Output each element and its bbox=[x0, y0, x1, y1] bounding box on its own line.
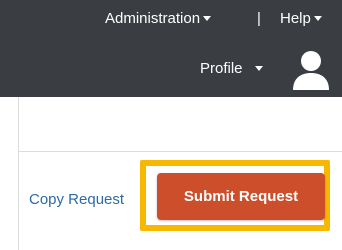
nav-separator: | bbox=[257, 10, 261, 27]
administration-menu[interactable]: Administration bbox=[105, 10, 212, 27]
chevron-down-icon bbox=[313, 15, 322, 21]
help-menu[interactable]: Help bbox=[280, 10, 322, 27]
help-label: Help bbox=[280, 10, 311, 27]
chevron-down-icon bbox=[203, 15, 212, 21]
chevron-down-icon bbox=[254, 65, 263, 71]
content-header-band bbox=[18, 97, 342, 152]
profile-menu[interactable]: Profile bbox=[200, 60, 263, 77]
copy-request-link[interactable]: Copy Request bbox=[29, 191, 124, 208]
profile-label: Profile bbox=[200, 60, 243, 77]
administration-label: Administration bbox=[105, 10, 201, 27]
top-navigation-bar: Administration | Help Profile bbox=[0, 0, 342, 97]
submit-request-button[interactable]: Submit Request bbox=[157, 173, 325, 220]
user-avatar-icon[interactable] bbox=[288, 46, 334, 90]
